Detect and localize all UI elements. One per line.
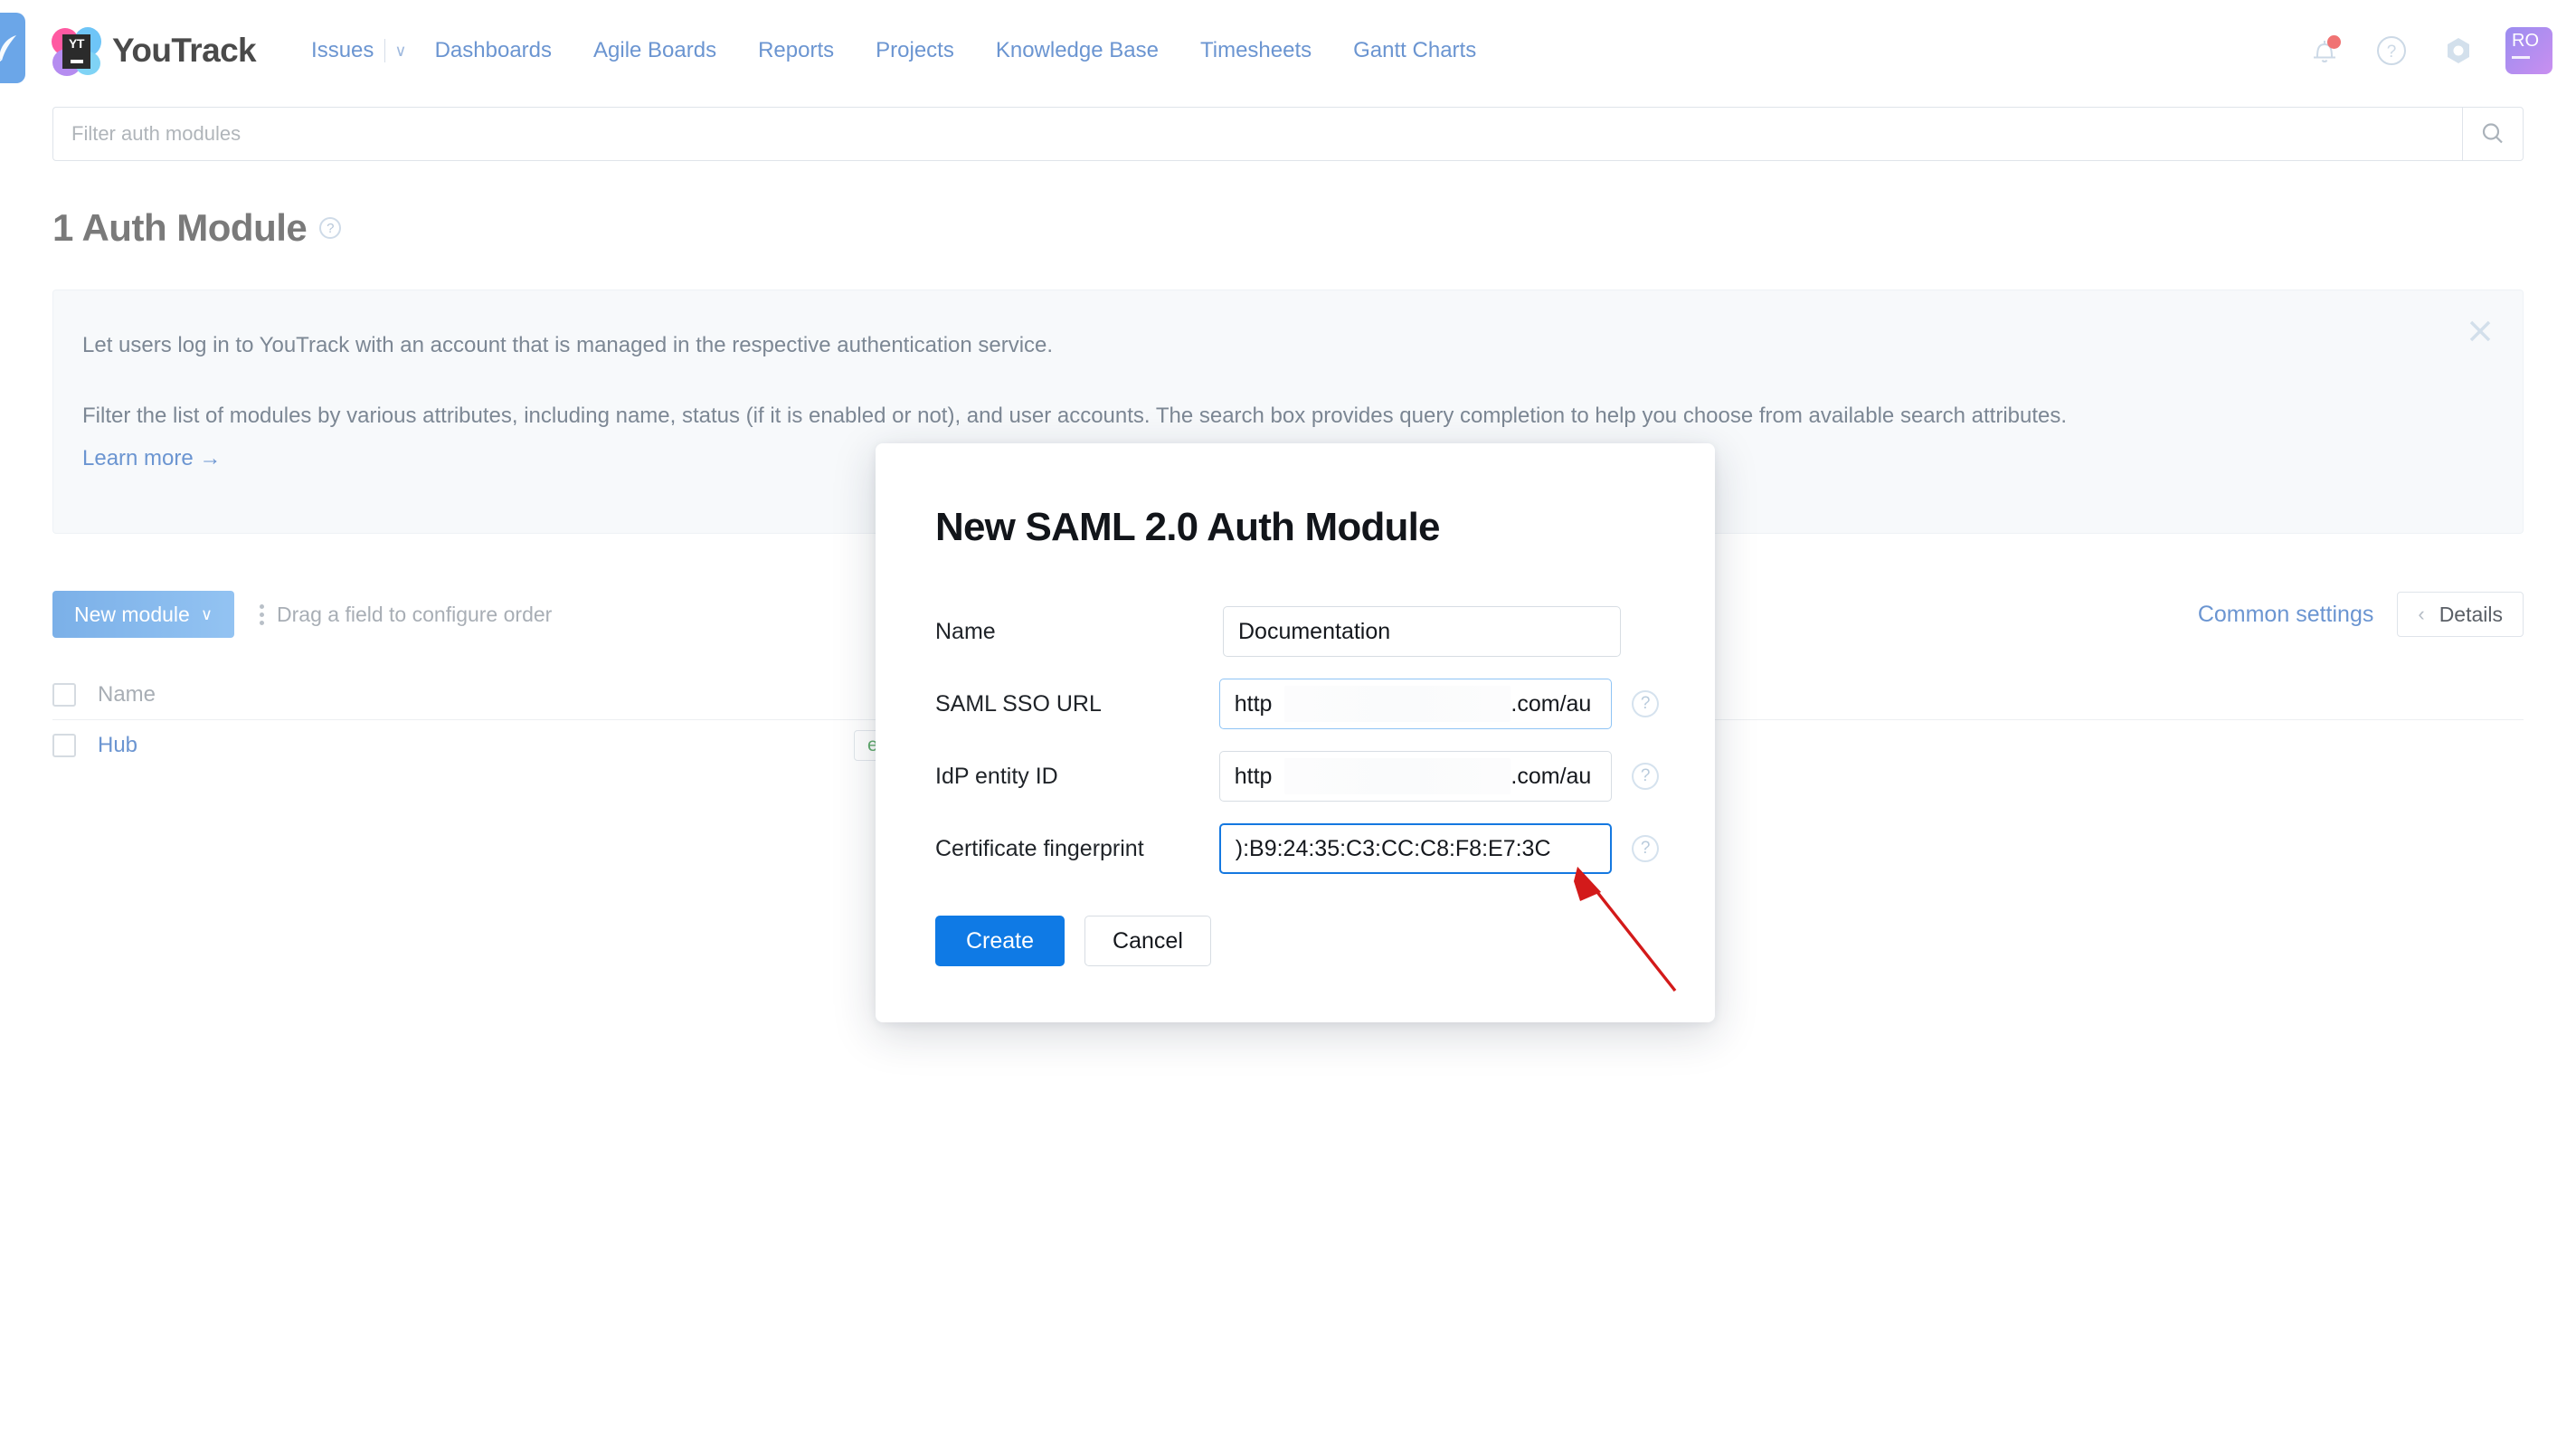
- field-row-name: Name: [935, 595, 1659, 668]
- app-header: YT YouTrack Issues ∨ Dashboards Agile Bo…: [0, 0, 2576, 101]
- label-saml-sso-url: SAML SSO URL: [935, 690, 1102, 717]
- page-title-row: 1 Auth Module ?: [52, 206, 342, 250]
- nav-item-dashboards[interactable]: Dashboards: [414, 38, 573, 63]
- label-certificate-fingerprint: Certificate fingerprint: [935, 835, 1144, 861]
- banner-close-button[interactable]: [2461, 312, 2499, 350]
- idp-entity-id-help-icon[interactable]: ?: [1632, 763, 1660, 790]
- learn-more-link[interactable]: Learn more →: [82, 446, 221, 471]
- brand-logo[interactable]: YT YouTrack: [49, 25, 257, 76]
- chevron-left-icon: ‹: [2418, 603, 2425, 625]
- drag-handle-icon[interactable]: [260, 603, 265, 625]
- help-button[interactable]: ?: [2372, 31, 2411, 71]
- gear-icon: [2448, 38, 2469, 63]
- chevron-down-icon: ∨: [200, 604, 213, 623]
- nav-item-projects[interactable]: Projects: [855, 38, 975, 63]
- main-nav: Issues ∨ Dashboards Agile Boards Reports…: [290, 38, 1497, 63]
- question-circle-icon: ?: [2377, 36, 2406, 65]
- dialog-actions: Create Cancel: [935, 916, 1211, 966]
- idp-entity-id-input[interactable]: [1218, 751, 1613, 802]
- logo-monogram: YT: [69, 36, 84, 51]
- close-icon: [2469, 320, 2491, 342]
- common-settings-link[interactable]: Common settings: [2198, 602, 2374, 628]
- select-all-checkbox[interactable]: [52, 682, 76, 707]
- search-icon: [2482, 123, 2503, 144]
- field-row-saml-sso-url: SAML SSO URL ?: [935, 668, 1660, 740]
- feather-icon: [0, 35, 16, 62]
- svg-text:?: ?: [2387, 43, 2397, 62]
- avatar[interactable]: RO: [2505, 27, 2552, 74]
- nav-item-issues[interactable]: Issues: [290, 38, 383, 63]
- avatar-initials: RO: [2512, 31, 2539, 51]
- nav-item-knowledge-base[interactable]: Knowledge Base: [975, 38, 1179, 63]
- avatar-status-bar: [2512, 56, 2530, 59]
- saml-sso-url-help-icon[interactable]: ?: [1632, 690, 1660, 717]
- nav-divider: [384, 39, 386, 62]
- search-button[interactable]: [2462, 107, 2524, 161]
- details-label: Details: [2439, 602, 2503, 626]
- cancel-button[interactable]: Cancel: [1084, 916, 1211, 966]
- field-row-idp-entity-id: IdP entity ID ?: [935, 740, 1660, 812]
- nav-item-reports[interactable]: Reports: [737, 38, 855, 63]
- chevron-down-icon[interactable]: ∨: [387, 42, 413, 61]
- dialog-form: Name SAML SSO URL ? IdP entity ID ? Cert…: [935, 595, 1660, 885]
- module-name-link[interactable]: Hub: [98, 733, 137, 757]
- search-input[interactable]: [52, 107, 2462, 161]
- certificate-fingerprint-help-icon[interactable]: ?: [1632, 835, 1659, 862]
- brand-name: YouTrack: [112, 32, 257, 69]
- drag-hint-text: Drag a field to configure order: [277, 602, 553, 626]
- toolbar-right: Common settings ‹ Details: [2198, 592, 2524, 637]
- page-title-help-icon[interactable]: ?: [319, 217, 342, 239]
- quill-tab-icon[interactable]: [0, 13, 25, 83]
- settings-button[interactable]: [2439, 31, 2478, 71]
- label-name: Name: [935, 618, 996, 644]
- details-toggle-button[interactable]: ‹ Details: [2397, 592, 2524, 637]
- name-input[interactable]: [1223, 606, 1621, 657]
- notifications-button[interactable]: [2305, 31, 2344, 71]
- row-checkbox[interactable]: [52, 734, 76, 757]
- saml-sso-url-input[interactable]: [1218, 679, 1613, 729]
- youtrack-logo-icon: YT: [49, 25, 101, 76]
- label-idp-entity-id: IdP entity ID: [935, 763, 1058, 789]
- filter-bar: [52, 107, 2524, 161]
- notification-badge-dot: [2327, 35, 2341, 49]
- field-row-certificate-fingerprint: Certificate fingerprint ?: [935, 812, 1659, 885]
- logo-underbar: [70, 60, 83, 63]
- column-header-name[interactable]: Name: [76, 682, 854, 708]
- new-module-button[interactable]: New module ∨: [52, 591, 235, 638]
- banner-paragraph-1: Let users log in to YouTrack with an acc…: [82, 333, 1054, 357]
- new-module-label: New module: [74, 602, 190, 626]
- new-saml-auth-module-dialog: New SAML 2.0 Auth Module Name SAML SSO U…: [876, 443, 1715, 1022]
- row-name-cell: Hub: [76, 733, 854, 758]
- dialog-title: New SAML 2.0 Auth Module: [935, 505, 1441, 549]
- certificate-fingerprint-input[interactable]: [1218, 823, 1613, 874]
- nav-item-timesheets[interactable]: Timesheets: [1179, 38, 1332, 63]
- header-actions: ? RO: [2305, 0, 2552, 101]
- nav-item-gantt-charts[interactable]: Gantt Charts: [1332, 38, 1497, 63]
- page-title: 1 Auth Module: [52, 206, 308, 249]
- create-button[interactable]: Create: [935, 916, 1065, 966]
- nav-item-agile-boards[interactable]: Agile Boards: [573, 38, 737, 63]
- banner-paragraph-2: Filter the list of modules by various at…: [82, 404, 2068, 428]
